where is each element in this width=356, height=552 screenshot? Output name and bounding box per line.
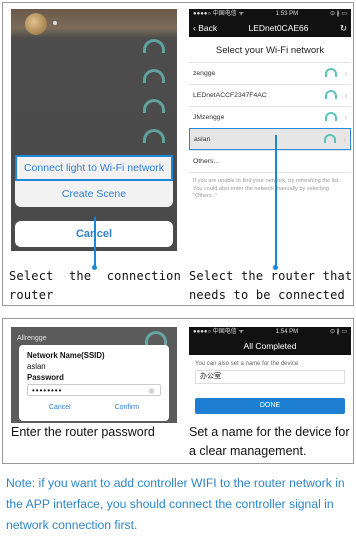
done-button[interactable]: DONE — [195, 398, 345, 414]
chevron-right-icon: › — [344, 113, 347, 122]
indicator-dot — [53, 21, 57, 25]
page-title: Select your Wi-Fi network — [215, 45, 325, 56]
callout-line — [94, 217, 96, 267]
ssid-label: Network Name(SSID) — [27, 351, 105, 360]
wifi-icon — [325, 112, 337, 121]
wifi-icon — [143, 69, 165, 83]
status-time: 1:54 PM — [275, 329, 299, 335]
wifi-icon — [145, 331, 167, 345]
network-name: aslan — [194, 135, 211, 143]
nav-bar: ‹ Back LEDnet0CAE66 ↻ — [189, 19, 351, 37]
cancel-button[interactable]: Cancel — [49, 404, 71, 411]
eye-icon[interactable]: ◉ — [148, 386, 156, 395]
back-label: Back — [198, 23, 218, 33]
wifi-list-screen: ●●●●○ 中国电信 ᯤ 1:53 PM ⊙ ∦ ▭ ‹ Back LEDnet… — [189, 9, 351, 251]
chevron-right-icon: › — [343, 135, 346, 144]
footer-note: Note: if you want to add controller WIFI… — [6, 476, 345, 532]
nav-title: LEDnet0CAE66 — [248, 23, 309, 33]
network-name: LEDnetACCF2347F4AC — [193, 92, 267, 99]
action-sheet: Connect light to Wi-Fi network Create Sc… — [15, 155, 173, 207]
confirm-button[interactable]: Confirm — [115, 404, 140, 411]
password-label: Password — [27, 373, 64, 382]
wifi-network-row-selected[interactable]: aslan › — [189, 128, 351, 150]
device-name-input[interactable]: 办公室 — [195, 370, 345, 384]
battery-icon: ⊙ ∦ ▭ — [329, 329, 347, 335]
dialog-buttons: Cancel Confirm — [27, 404, 161, 411]
action-sheet-screen: Connect light to Wi-Fi network Create Sc… — [11, 9, 177, 251]
status-bar: ●●●●○ 中国电信 ᯤ 1:53 PM ⊙ ∦ ▭ — [189, 9, 351, 19]
wifi-icon — [325, 90, 337, 99]
wifi-network-row[interactable]: zengge › — [189, 62, 351, 84]
wifi-icon — [143, 39, 165, 53]
password-dialog-screen: Allrengge Network Name(SSID) aslan Passw… — [11, 327, 177, 423]
step-caption: Select the router that needs to be conne… — [189, 269, 353, 302]
ssid-value: aslan — [27, 362, 46, 371]
battery-icon: ⊙ ∦ ▭ — [329, 11, 347, 17]
back-button[interactable]: ‹ Back — [193, 23, 217, 33]
carrier-label: ●●●●○ 中国电信 ᯤ — [193, 11, 244, 17]
step-caption: Enter the router password — [11, 425, 155, 439]
refresh-icon[interactable]: ↻ — [340, 23, 347, 34]
connect-wifi-menu-item[interactable]: Connect light to Wi-Fi network — [15, 155, 173, 181]
wifi-icon — [143, 99, 165, 113]
wifi-icon — [143, 129, 165, 143]
wifi-icon — [324, 134, 336, 143]
password-field[interactable]: •••••••• ◉ — [27, 384, 161, 396]
password-dialog: Network Name(SSID) aslan Password ••••••… — [19, 345, 169, 421]
network-name: JMzengge — [193, 114, 225, 121]
others-row[interactable]: Others... — [189, 150, 351, 172]
background-network: Allrengge — [17, 335, 47, 342]
nav-title: All Completed — [243, 341, 297, 351]
status-bar: ●●●●○ 中国电信 ᯤ 1:54 PM ⊙ ∦ ▭ — [189, 327, 351, 337]
wifi-network-row[interactable]: LEDnetACCF2347F4AC › — [189, 84, 351, 106]
status-time: 1:53 PM — [275, 11, 299, 17]
create-scene-menu-item[interactable]: Create Scene — [15, 181, 173, 207]
network-name: zengge — [193, 70, 216, 77]
avatar — [25, 13, 47, 35]
network-name: Others... — [193, 158, 220, 165]
carrier-label: ●●●●○ 中国电信 ᯤ — [193, 329, 244, 335]
all-completed-screen: ●●●●○ 中国电信 ᯤ 1:54 PM ⊙ ∦ ▭ All Completed… — [189, 327, 351, 423]
step-panel-2: Allrengge Network Name(SSID) aslan Passw… — [2, 318, 354, 464]
callout-line — [275, 135, 277, 267]
wifi-icon — [325, 68, 337, 77]
step-panel-1: Connect light to Wi-Fi network Create Sc… — [2, 2, 354, 306]
step-caption: Set a name for the device for a clear ma… — [189, 425, 350, 458]
help-text: If you are unable to find your network, … — [189, 172, 351, 206]
password-value: •••••••• — [32, 385, 63, 395]
hint-text: You can also set a name for the device — [195, 361, 299, 367]
chevron-right-icon: › — [344, 69, 347, 78]
chevron-right-icon: › — [344, 91, 347, 100]
wifi-network-row[interactable]: JMzengge › — [189, 106, 351, 128]
step-caption: Select the connection router — [9, 269, 181, 302]
nav-bar: All Completed — [189, 337, 351, 355]
